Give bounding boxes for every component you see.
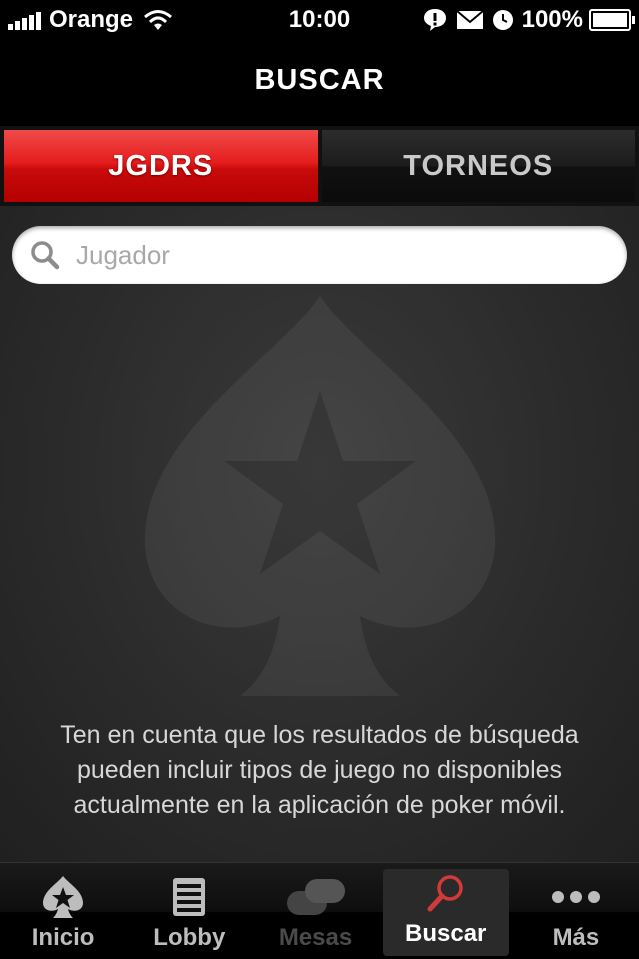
content-area: Ten en cuenta que los resultados de búsq… xyxy=(0,206,639,862)
spade-star-icon xyxy=(43,876,84,918)
tab-tournaments[interactable]: TORNEOS xyxy=(321,130,635,202)
search-notice: Ten en cuenta que los resultados de búsq… xyxy=(60,721,579,819)
tab-tournaments-label: TORNEOS xyxy=(403,149,554,182)
tab-players-label: JGDRS xyxy=(108,149,214,182)
tabbar-item-lobby[interactable]: Lobby xyxy=(126,863,252,959)
tab-players[interactable]: JGDRS xyxy=(4,130,318,202)
more-icon xyxy=(551,891,600,903)
search-bar[interactable] xyxy=(12,226,627,284)
tabbar-label: Buscar xyxy=(405,920,487,947)
tables-icon xyxy=(286,879,345,915)
search-input[interactable] xyxy=(74,238,598,272)
status-bar: Orange 10:00 100% xyxy=(0,0,639,40)
alert-icon xyxy=(423,9,446,31)
tabbar-label: Más xyxy=(552,924,600,951)
segmented-control: JGDRS TORNEOS xyxy=(0,126,639,206)
battery-icon xyxy=(589,9,635,31)
tabbar-item-inicio[interactable]: Inicio xyxy=(0,863,126,959)
search-icon xyxy=(427,875,463,912)
tabbar-label: Inicio xyxy=(31,924,95,951)
page-title: BUSCAR xyxy=(254,64,385,96)
mail-icon xyxy=(455,10,484,29)
app-screen: Orange 10:00 100% BUSCAR JGDRS TORNEOS J… xyxy=(0,0,639,959)
clock-icon xyxy=(492,10,513,30)
battery-label: 100% xyxy=(521,6,583,33)
tabbar-item-mesas[interactable]: Mesas xyxy=(252,863,378,959)
pokerstars-spade-watermark xyxy=(144,296,496,696)
navigation-bar: BUSCAR xyxy=(0,40,639,126)
list-icon xyxy=(173,878,206,916)
tabbar-item-mas[interactable]: Más xyxy=(513,863,639,959)
search-icon xyxy=(31,241,60,270)
bottom-tab-bar: Inicio Lobby Mesas Buscar Más xyxy=(0,862,639,959)
tabbar-item-buscar[interactable]: Buscar xyxy=(382,869,509,956)
tabbar-label: Lobby xyxy=(153,924,226,951)
tabbar-label: Mesas xyxy=(278,924,353,951)
